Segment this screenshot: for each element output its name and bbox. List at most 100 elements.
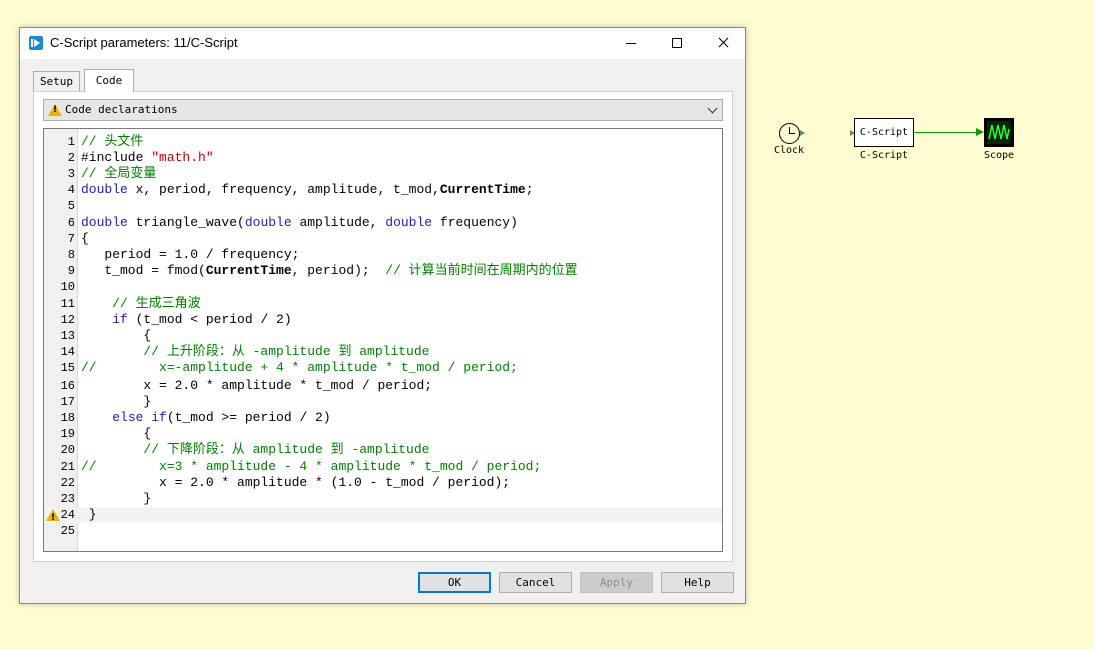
line-number: 20 <box>60 442 75 457</box>
line-number: 4 <box>67 183 75 197</box>
code-token: CurrentTime <box>205 263 292 279</box>
code-token: amplitude, <box>291 215 386 231</box>
code-token: frequency) <box>432 215 518 231</box>
code-line[interactable]: 11 // 生成三角波 <box>44 296 722 312</box>
code-token: } <box>81 393 152 409</box>
code-line[interactable]: 22 x = 2.0 * amplitude * (1.0 - t_mod / … <box>44 475 722 491</box>
apply-button[interactable]: Apply <box>580 572 653 593</box>
minimize-button[interactable] <box>608 28 654 58</box>
code-line-text: else if(t_mod >= period / 2) <box>81 410 330 426</box>
code-line-text: // 下降阶段：从 amplitude 到 -amplitude <box>81 442 429 458</box>
code-line[interactable]: 7{ <box>44 231 722 247</box>
help-button[interactable]: Help <box>661 572 734 593</box>
code-editor[interactable]: 1 // 头文件 2 #include "math.h" 3 // 全局变量 4 double… <box>43 128 723 552</box>
code-line-text: double x, period, frequency, amplitude, … <box>81 182 534 198</box>
code-token: // 上升阶段：从 -amplitude 到 amplitude <box>143 344 430 360</box>
code-token: #include <box>81 150 152 165</box>
link-arrowhead <box>976 128 984 136</box>
code-line-text: } <box>81 507 97 523</box>
code-token: t_mod = fmod( <box>81 263 206 279</box>
code-token: triangle_wave( <box>127 215 245 231</box>
code-line[interactable]: 12 if (t_mod < period / 2) <box>44 312 722 328</box>
code-line[interactable]: 13 { <box>44 328 722 344</box>
code-line[interactable]: 15 // x=-amplitude + 4 * amplitude * t_mo… <box>44 360 722 376</box>
code-line[interactable]: 21 // x=3 * amplitude - 4 * amplitude * t… <box>44 459 722 475</box>
chevron-down-icon <box>707 103 718 114</box>
clock-output-port <box>800 130 805 136</box>
scope-block[interactable] <box>984 118 1014 147</box>
code-line-text: t_mod = fmod(CurrentTime, period); // 计算… <box>81 263 578 279</box>
line-number: 6 <box>67 216 75 231</box>
code-line[interactable]: 1 // 头文件 <box>44 134 722 150</box>
cancel-button[interactable]: Cancel <box>499 572 572 593</box>
maximize-button[interactable] <box>654 28 700 58</box>
code-token: } <box>81 490 152 506</box>
code-token: // 计算当前时间在周期内的位置 <box>385 263 578 279</box>
code-token: "math.h" <box>151 150 214 165</box>
code-line-text: // 上升阶段：从 -amplitude 到 amplitude <box>81 344 429 360</box>
code-line[interactable]: 6 double triangle_wave(double amplitude, … <box>44 215 722 231</box>
code-line[interactable]: 10 <box>44 279 722 295</box>
code-line[interactable]: 5 <box>44 198 722 214</box>
c-script-parameters-dialog: C-Script parameters: 11/C-Script Setup C… <box>19 27 746 604</box>
code-token: // x=3 * amplitude - 4 * amplitude * t_m… <box>81 458 542 474</box>
code-token: // 全局变量 <box>81 166 157 181</box>
code-token: // 下降阶段：从 amplitude 到 -amplitude <box>143 441 430 457</box>
code-line-text: { <box>81 231 89 247</box>
code-line-text: double triangle_wave(double amplitude, d… <box>81 215 518 231</box>
code-token: { <box>81 425 152 441</box>
code-line[interactable]: 14 // 上升阶段：从 -amplitude 到 amplitude <box>44 344 722 360</box>
line-number: 16 <box>60 378 75 393</box>
code-token: { <box>81 231 89 247</box>
code-token: double <box>385 215 433 231</box>
code-line[interactable]: 8 period = 1.0 / frequency; <box>44 247 722 263</box>
code-token: // 生成三角波 <box>112 296 201 312</box>
code-line-text: // x=3 * amplitude - 4 * amplitude * t_m… <box>81 459 541 475</box>
scope-wave-icon <box>987 121 1011 144</box>
tab-code[interactable]: Code <box>84 69 134 92</box>
code-line[interactable]: 16 x = 2.0 * amplitude * t_mod / period; <box>44 378 722 394</box>
line-number: 7 <box>67 232 75 247</box>
line-number: 9 <box>67 264 75 279</box>
code-line[interactable]: 19 { <box>44 426 722 442</box>
code-line-text: // 生成三角波 <box>81 296 201 312</box>
app-icon <box>29 36 43 50</box>
code-line-text: } <box>81 491 151 507</box>
ok-button[interactable]: OK <box>418 572 491 593</box>
code-token: } <box>81 506 97 522</box>
code-line-text: // 全局变量 <box>81 166 156 182</box>
code-line[interactable]: 17 } <box>44 394 722 410</box>
cscript-block[interactable]: C-Script <box>854 118 914 147</box>
line-number: 1 <box>67 135 75 149</box>
line-number: 11 <box>60 297 75 312</box>
code-token: double <box>244 215 292 231</box>
code-line-text: } <box>81 394 151 410</box>
code-line[interactable]: 2 #include "math.h" <box>44 150 722 166</box>
tab-setup[interactable]: Setup <box>33 71 80 91</box>
code-line-text: // x=-amplitude + 4 * amplitude * t_mod … <box>81 360 518 376</box>
code-token: CurrentTime <box>439 182 526 197</box>
section-select[interactable]: Code declarations <box>43 99 723 121</box>
code-token: (t_mod < period / 2) <box>127 312 292 328</box>
code-line[interactable]: 20 // 下降阶段：从 amplitude 到 -amplitude <box>44 442 722 458</box>
warning-icon <box>48 104 62 116</box>
code-line[interactable]: 9 t_mod = fmod(CurrentTime, period); // … <box>44 263 722 279</box>
code-token: x = 2.0 * amplitude * t_mod / period; <box>81 377 433 393</box>
close-button[interactable] <box>700 28 746 58</box>
signal-link[interactable] <box>914 132 980 133</box>
code-line[interactable]: 3 // 全局变量 <box>44 166 722 182</box>
title-bar[interactable]: C-Script parameters: 11/C-Script <box>20 28 745 59</box>
code-line[interactable]: 24 } <box>44 506 722 526</box>
code-line[interactable]: 25 <box>44 523 722 539</box>
clock-block[interactable] <box>779 123 800 144</box>
code-token: // x=-amplitude + 4 * amplitude * t_mod … <box>81 360 518 376</box>
line-number: 25 <box>60 523 75 538</box>
clock-label: Clock <box>773 145 805 156</box>
code-line[interactable]: 23 } <box>44 491 722 507</box>
code-line[interactable]: 4 double x, period, frequency, amplitude,… <box>44 182 722 198</box>
code-line[interactable]: 18 else if(t_mod >= period / 2) <box>44 410 722 426</box>
line-number: 21 <box>60 459 75 474</box>
